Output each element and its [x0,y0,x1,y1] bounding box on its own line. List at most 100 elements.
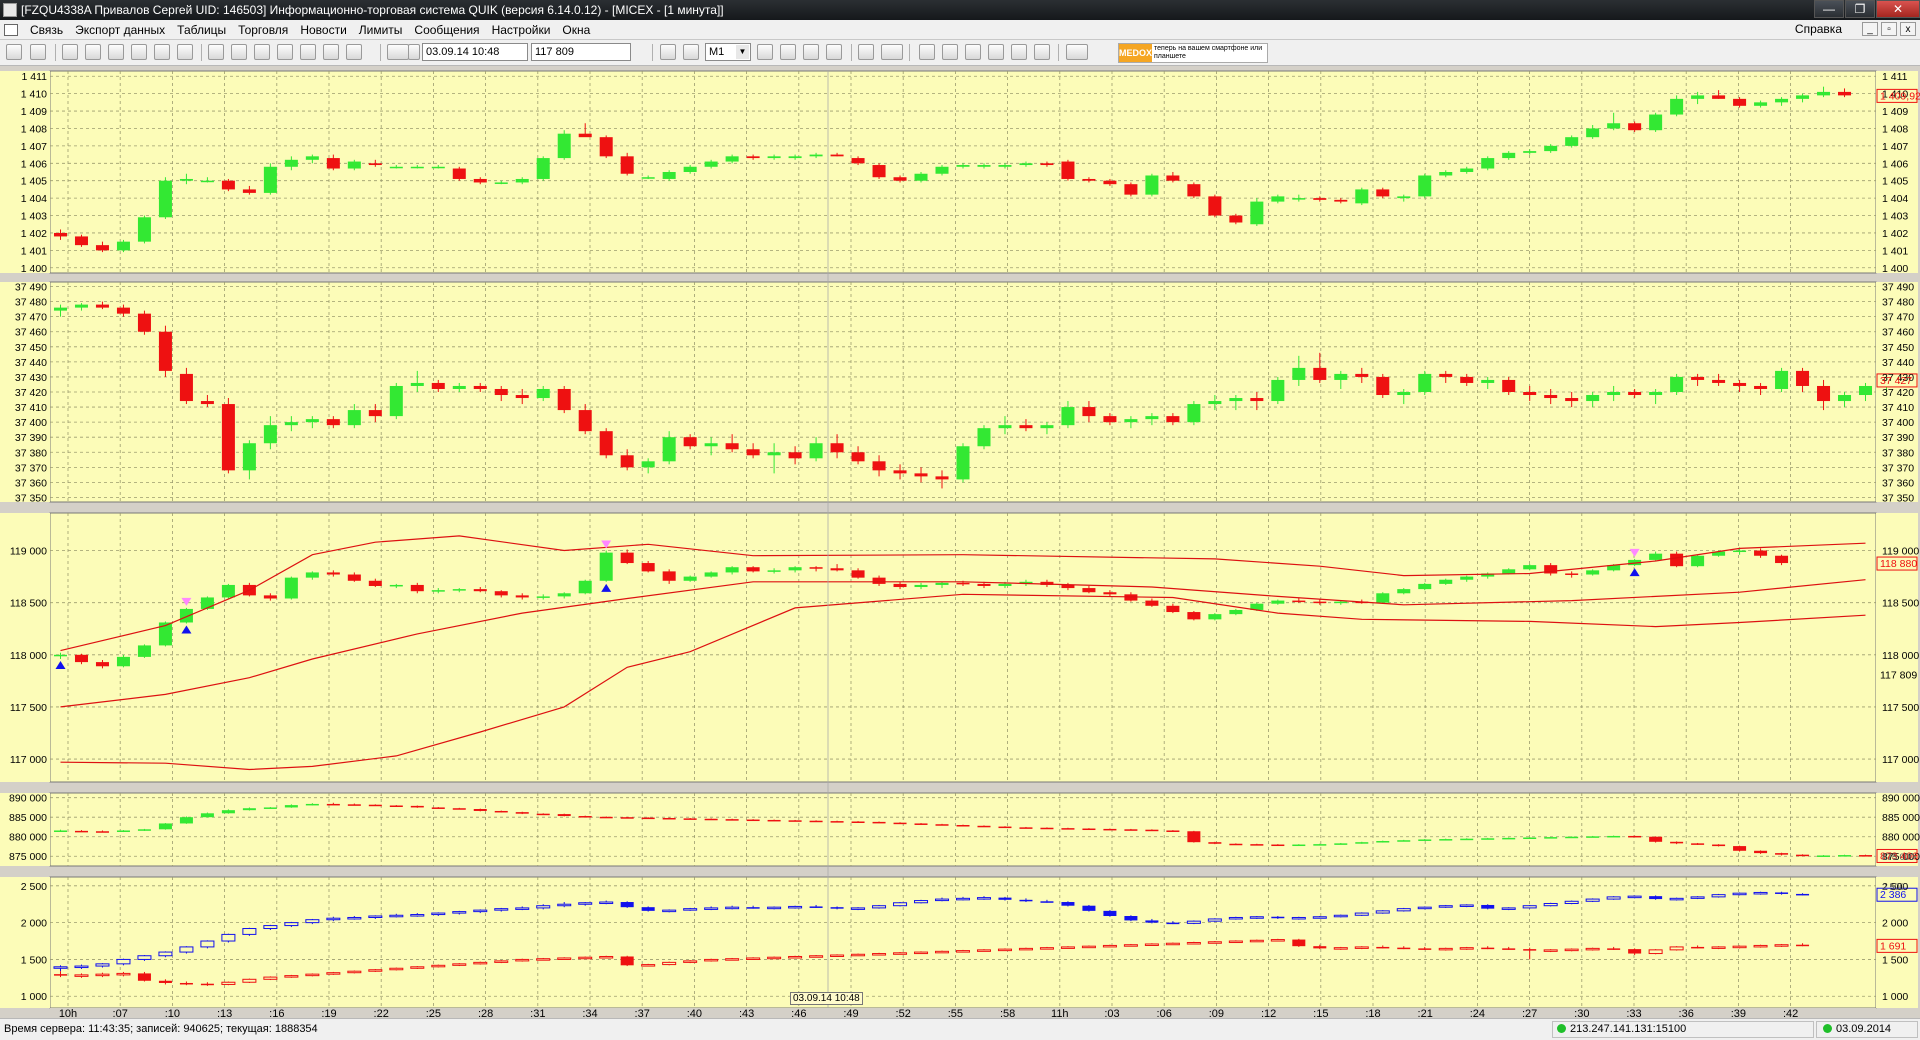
candle [998,165,1012,167]
zoom-in-icon[interactable] [780,44,796,60]
chart-pane-4[interactable] [0,792,1918,867]
grab-icon[interactable] [826,44,842,60]
chart-pane-5[interactable] [0,876,1918,1009]
blue-candle [1796,893,1810,896]
orders-icon[interactable] [108,44,124,60]
menu-settings[interactable]: Настройки [486,23,557,37]
candle [368,163,382,166]
portfolio-icon[interactable] [177,44,193,60]
y-tick-label-left: 1 409 [21,106,47,118]
blue-candle [1291,916,1306,920]
search-icon[interactable] [154,44,170,60]
red-candle [1691,946,1705,949]
menu-tables[interactable]: Таблицы [171,23,232,37]
candle [1607,835,1621,838]
time-tick-label: :22 [374,1008,389,1018]
horizontal-line-icon[interactable] [881,44,903,60]
minimize-button[interactable]: — [1814,0,1844,18]
blue-candle [431,912,446,916]
arc-icon[interactable] [919,44,935,60]
channel-icon[interactable] [1011,44,1027,60]
hand-buy-icon[interactable] [277,44,293,60]
candle [137,645,151,657]
candle [1124,829,1138,831]
title-bar: [FZQU4338A Привалов Сергей UID: 146503] … [0,0,1920,20]
candle [557,814,571,817]
document-icon[interactable] [4,23,18,36]
disconnect-icon[interactable] [30,44,46,60]
blue-candle [452,911,467,914]
menu-export[interactable]: Экспорт данных [69,23,171,37]
candle [473,589,487,592]
candle [1460,576,1474,580]
cursor-price-label: 117 809 [1880,670,1917,682]
menu-news[interactable]: Новости [294,23,352,37]
mdi-close-button[interactable]: x [1900,22,1916,36]
zoom-out-icon[interactable] [803,44,819,60]
blue-candle [1312,916,1327,919]
hand-icon[interactable] [254,44,270,60]
chart-window-icon[interactable] [85,44,101,60]
crosshair-dropdown-icon[interactable] [408,44,420,60]
mdi-restore-button[interactable]: ▫ [1881,22,1897,36]
time-tick-label: :42 [1783,1008,1798,1018]
fan-icon[interactable] [942,44,958,60]
ad-banner[interactable]: MEDOX теперь на вашем смартфоне или план… [1118,43,1268,63]
candle [242,443,256,471]
candle [620,156,634,174]
candle [431,166,445,169]
eraser-icon[interactable] [1034,44,1050,60]
time-tick-label: :06 [1157,1008,1172,1018]
interval-select[interactable]: M1 ▼ [705,43,751,61]
menu-windows[interactable]: Окна [556,23,596,37]
crosshair-icon[interactable] [387,44,409,60]
candle [515,595,529,598]
menu-help[interactable]: Справка [1789,22,1848,36]
hand-cancel-icon[interactable] [323,44,339,60]
candle [935,166,949,174]
candle [1586,570,1600,575]
table-icon[interactable] [62,44,78,60]
menu-messages[interactable]: Сообщения [408,23,485,37]
chart-pane-1[interactable] [0,70,1918,274]
cursor-datetime-field[interactable]: 03.09.14 10:48 [422,43,528,61]
time-tick-label: :30 [1574,1008,1589,1018]
red-candle [452,963,467,966]
pencil-icon[interactable] [965,44,981,60]
chart-pane-2[interactable] [0,281,1918,503]
candle [1838,395,1852,402]
blue-candle [1690,896,1705,899]
connect-icon[interactable] [6,44,22,60]
candle [452,808,466,810]
menu-connection[interactable]: Связь [24,23,69,37]
fibonacci-icon[interactable] [988,44,1004,60]
text-tool-icon[interactable] [231,44,247,60]
candle [158,180,172,218]
close-button[interactable]: ✕ [1876,0,1920,18]
hand-stop-icon[interactable] [346,44,362,60]
indicators-icon[interactable] [1066,44,1088,60]
trades-icon[interactable] [131,44,147,60]
candle [410,584,424,592]
trend-line-icon[interactable] [858,44,874,60]
cursor-price-field[interactable]: 117 809 [531,43,631,61]
y-tick-label-right: 885 000 [1882,812,1920,824]
pan-icon[interactable] [660,44,676,60]
move-icon[interactable] [757,44,773,60]
menu-limits[interactable]: Лимиты [353,23,409,37]
candle [305,572,319,578]
menu-trading[interactable]: Торговля [232,23,294,37]
bar-chart-icon[interactable] [683,44,699,60]
hand-sell-icon[interactable] [300,44,316,60]
candle [1271,379,1285,402]
restore-button[interactable]: ❐ [1845,0,1875,18]
mdi-minimize-button[interactable]: _ [1862,22,1878,36]
charts-canvas[interactable]: 1 411 1 4111 410 1 4101 409 1 4091 408 1 408… [0,66,1920,1018]
candle [746,156,760,159]
chart-pane-3[interactable] [0,512,1918,783]
y-tick-label-right: 37 450 [1882,342,1914,354]
candle [725,156,739,162]
info-icon[interactable] [208,44,224,60]
candle [1292,844,1306,847]
chart-area[interactable]: 1 411 1 411 1 410 1 410 1 409 1 409 1 408 1 408… [0,66,1920,1018]
